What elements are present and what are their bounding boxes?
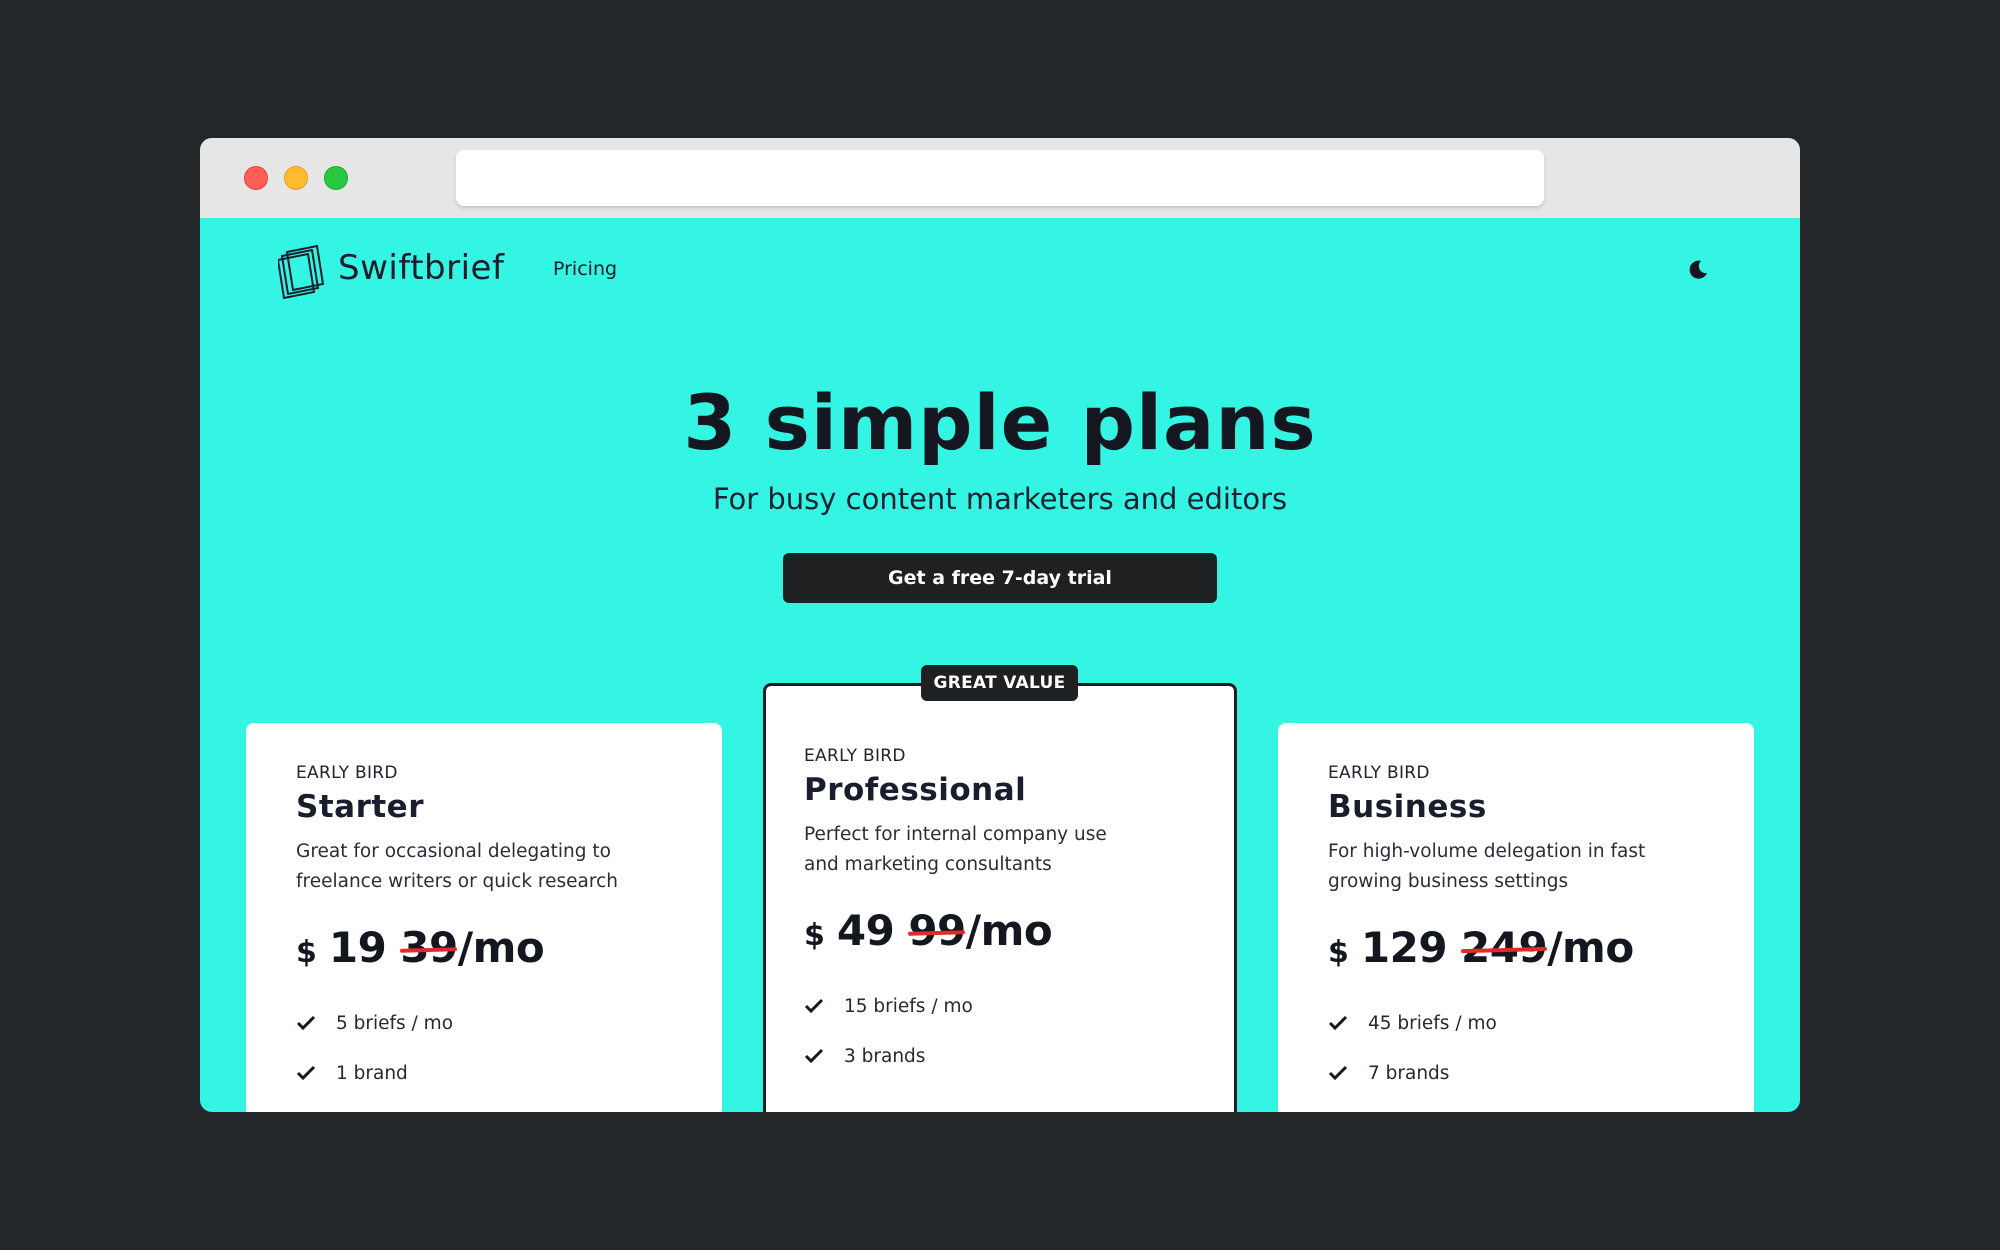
price-old-amount: 249 [1461,923,1548,972]
price-old-amount: 39 [400,923,458,972]
feature-item: 5 briefs / mo [296,998,696,1048]
plan-name: Business [1328,789,1487,825]
moon-icon[interactable] [1686,258,1710,282]
feature-item: 3 brands [804,1031,1204,1081]
plan-name: Professional [804,772,1027,808]
feature-list: 5 briefs / mo 1 brand [296,998,696,1098]
checkmark-icon [296,1065,316,1081]
price-currency: $ [296,935,317,970]
feature-item: 7 brands [1328,1048,1728,1098]
close-window-button[interactable] [244,166,268,190]
feature-text: 15 briefs / mo [844,995,973,1017]
plan-card-business: EARLY BIRD Business For high-volume dele… [1278,723,1754,1112]
feature-item: 1 brand [296,1048,696,1098]
feature-item: 45 briefs / mo [1328,998,1728,1048]
address-bar[interactable] [456,150,1544,206]
checkmark-icon [804,1048,824,1064]
plan-price: $ 49 99 /mo [804,906,1204,955]
plan-tier: EARLY BIRD [296,763,398,783]
browser-titlebar [200,138,1800,218]
plan-card-starter: EARLY BIRD Starter Great for occasional … [246,723,722,1112]
feature-item: 15 briefs / mo [804,981,1204,1031]
maximize-window-button[interactable] [324,166,348,190]
checkmark-icon [1328,1015,1348,1031]
plan-description: Great for occasional delegating to freel… [296,841,618,892]
price-currency: $ [804,918,825,953]
feature-list: 15 briefs / mo 3 brands [804,981,1204,1081]
nav-link-pricing[interactable]: Pricing [553,258,617,280]
feature-list: 45 briefs / mo 7 brands [1328,998,1728,1098]
price-amount: 49 [836,906,895,955]
plan-description: Perfect for internal company use and mar… [804,824,1107,875]
page-content: Swiftbrief Pricing 3 simple plans For bu… [200,218,1800,1112]
feature-text: 7 brands [1368,1062,1450,1084]
feature-text: 45 briefs / mo [1368,1012,1497,1034]
plan-tier: EARLY BIRD [804,746,906,766]
price-currency: $ [1328,935,1349,970]
feature-text: 3 brands [844,1045,926,1067]
page-subtitle: For busy content marketers and editors [712,482,1288,516]
brand-name[interactable]: Swiftbrief [338,248,504,288]
price-period: /mo [457,923,545,972]
price-amount: 19 [328,923,387,972]
plan-tier: EARLY BIRD [1328,763,1430,783]
stacked-squares-logo-icon[interactable] [278,242,328,302]
price-period: /mo [965,906,1053,955]
browser-window: Swiftbrief Pricing 3 simple plans For bu… [200,138,1800,1112]
feature-text: 1 brand [336,1062,408,1084]
price-amount: 129 [1360,923,1448,972]
checkmark-icon [1328,1065,1348,1081]
great-value-badge: GREAT VALUE [921,665,1078,701]
plan-price: $ 19 39 /mo [296,923,696,972]
plan-description: For high-volume delegation in fast growi… [1328,841,1646,892]
price-period: /mo [1547,923,1634,972]
minimize-window-button[interactable] [284,166,308,190]
plan-card-professional: EARLY BIRD Professional Perfect for inte… [763,683,1237,1112]
plan-price: $ 129 249 /mo [1328,923,1728,972]
plan-name: Starter [296,789,424,825]
page-title: 3 simple plans [683,378,1317,467]
feature-text: 5 briefs / mo [336,1012,454,1034]
free-trial-button[interactable]: Get a free 7-day trial [783,553,1217,603]
price-old-amount: 99 [908,906,966,955]
checkmark-icon [804,998,824,1014]
checkmark-icon [296,1015,316,1031]
